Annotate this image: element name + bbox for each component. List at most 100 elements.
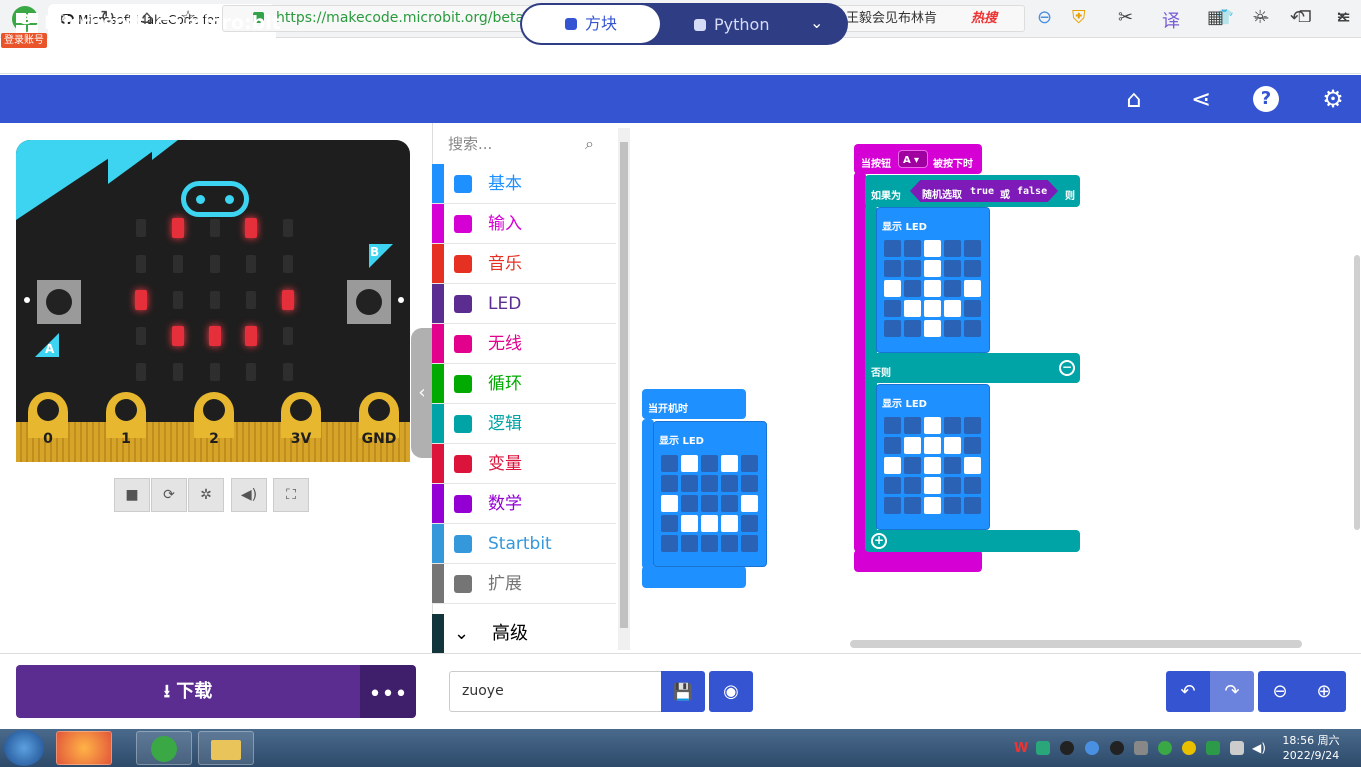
led-cell-r1-c3[interactable] [944,437,961,454]
menu-icon[interactable]: ≡ [1336,7,1351,28]
wps-tray-icon[interactable]: W [1014,741,1028,756]
led-cell-r3-c0[interactable] [884,300,901,317]
led-cell-r1-c1[interactable] [904,437,921,454]
led-cell-r2-c1[interactable] [904,457,921,474]
toolbox-scrollbar[interactable] [618,128,630,650]
button-b[interactable] [347,280,391,324]
brightness-icon[interactable]: ☼ [1252,7,1268,28]
led-cell-r4-c0[interactable] [884,320,901,337]
led-cell-r4-c2[interactable] [924,320,941,337]
led-cell-r2-c2[interactable] [924,280,941,297]
led-grid-else[interactable] [884,417,981,514]
led-cell-r2-c0[interactable] [884,457,901,474]
scissors-icon[interactable]: ✂ [1118,7,1133,28]
category-6[interactable]: 逻辑 [432,404,616,444]
category-9[interactable]: Startbit [432,524,616,564]
github-icon[interactable]: ◉ [709,671,753,712]
led-cell-r0-c0[interactable] [884,417,901,434]
category-5[interactable]: 循环 [432,364,616,404]
led-cell-r0-c1[interactable] [681,455,698,472]
led-cell-r3-c2[interactable] [924,300,941,317]
led-cell-r4-c3[interactable] [944,320,961,337]
led-cell-r0-c3[interactable] [944,417,961,434]
led-cell-r3-c0[interactable] [661,515,678,532]
led-cell-r0-c0[interactable] [661,455,678,472]
toolbox-search-input[interactable]: 搜索... [448,131,608,157]
led-cell-r3-c2[interactable] [701,515,718,532]
volume-tray-icon[interactable]: ◀) [1252,741,1266,755]
stop-icon[interactable]: ■ [114,478,150,512]
apps-grid-icon[interactable]: ▦ [1207,7,1224,28]
led-cell-r2-c2[interactable] [701,495,718,512]
led-grid-then[interactable] [884,240,981,337]
led-cell-r2-c2[interactable] [924,457,941,474]
led-cell-r2-c4[interactable] [964,457,981,474]
collapse-simulator-button[interactable]: ‹ [411,328,433,458]
share-icon[interactable]: ⋖ [1188,86,1214,112]
led-cell-r2-c0[interactable] [884,280,901,297]
add-tray-icon[interactable] [1182,741,1196,755]
led-cell-r3-c4[interactable] [741,515,758,532]
taskbar-clock[interactable]: 18:56 周六 2022/9/24 [1276,733,1346,763]
led-cell-r0-c4[interactable] [964,417,981,434]
led-cell-r4-c4[interactable] [741,535,758,552]
led-cell-r3-c3[interactable] [721,515,738,532]
toolbox-search-icon[interactable]: ⌕ [585,134,594,154]
debug-bug-icon[interactable]: ✲ [188,478,224,512]
microbit-brand[interactable]: micro:bit [156,12,281,34]
download-button[interactable]: ⭳ 下载 [16,665,360,718]
led-cell-r1-c1[interactable] [904,260,921,277]
led-cell-r4-c0[interactable] [884,497,901,514]
python-tab[interactable]: Python [694,15,769,34]
media-player-icon[interactable] [56,731,112,765]
redo-icon[interactable]: ↷ [1210,671,1254,712]
led-cell-r2-c3[interactable] [944,280,961,297]
led-cell-r4-c1[interactable] [904,320,921,337]
led-cell-r0-c4[interactable] [741,455,758,472]
browser-tray-icon[interactable] [1158,741,1172,755]
led-cell-r0-c2[interactable] [924,417,941,434]
microbit-logo-touch[interactable] [181,181,249,217]
translate-icon[interactable]: 译 [1162,7,1180,33]
led-cell-r2-c3[interactable] [721,495,738,512]
category-7[interactable]: 变量 [432,444,616,484]
home-button-icon[interactable]: ⌂ [1121,86,1147,112]
zoom-in-icon[interactable]: ⊕ [1302,671,1346,712]
led-cell-r2-c0[interactable] [661,495,678,512]
led-cell-r2-c1[interactable] [681,495,698,512]
category-8[interactable]: 数学 [432,484,616,524]
led-cell-r1-c3[interactable] [944,260,961,277]
led-cell-r1-c3[interactable] [721,475,738,492]
zoom-out-icon[interactable]: ⊖ [1258,671,1302,712]
category-10[interactable]: 扩展 [432,564,616,604]
undo-icon[interactable]: ↶ [1166,671,1210,712]
blocks-tab[interactable]: 方块 [522,5,660,43]
save-icon[interactable]: 💾 [661,671,705,712]
led-cell-r1-c4[interactable] [741,475,758,492]
login-badge[interactable]: 登录账号 [1,33,47,48]
led-cell-r3-c4[interactable] [964,477,981,494]
start-button-icon[interactable] [4,730,44,766]
led-cell-r3-c3[interactable] [944,477,961,494]
led-cell-r1-c0[interactable] [661,475,678,492]
category-2[interactable]: 音乐 [432,244,616,284]
printer-tray-icon[interactable] [1134,741,1148,755]
led-cell-r4-c1[interactable] [681,535,698,552]
led-cell-r1-c2[interactable] [701,475,718,492]
led-cell-r0-c1[interactable] [904,240,921,257]
explorer-taskbar-icon[interactable] [198,731,254,765]
led-cell-r3-c4[interactable] [964,300,981,317]
led-cell-r4-c2[interactable] [924,497,941,514]
language-dropdown-icon[interactable]: ⌄ [810,13,823,32]
led-cell-r1-c0[interactable] [884,260,901,277]
led-cell-r1-c1[interactable] [681,475,698,492]
led-cell-r4-c4[interactable] [964,320,981,337]
led-cell-r2-c3[interactable] [944,457,961,474]
button-a[interactable] [37,280,81,324]
restart-icon[interactable]: ⟳ [151,478,187,512]
led-cell-r4-c0[interactable] [661,535,678,552]
project-name-input[interactable]: zuoye [449,671,662,712]
security-tray-icon[interactable] [1206,741,1220,755]
led-cell-r0-c2[interactable] [701,455,718,472]
led-cell-r0-c0[interactable] [884,240,901,257]
